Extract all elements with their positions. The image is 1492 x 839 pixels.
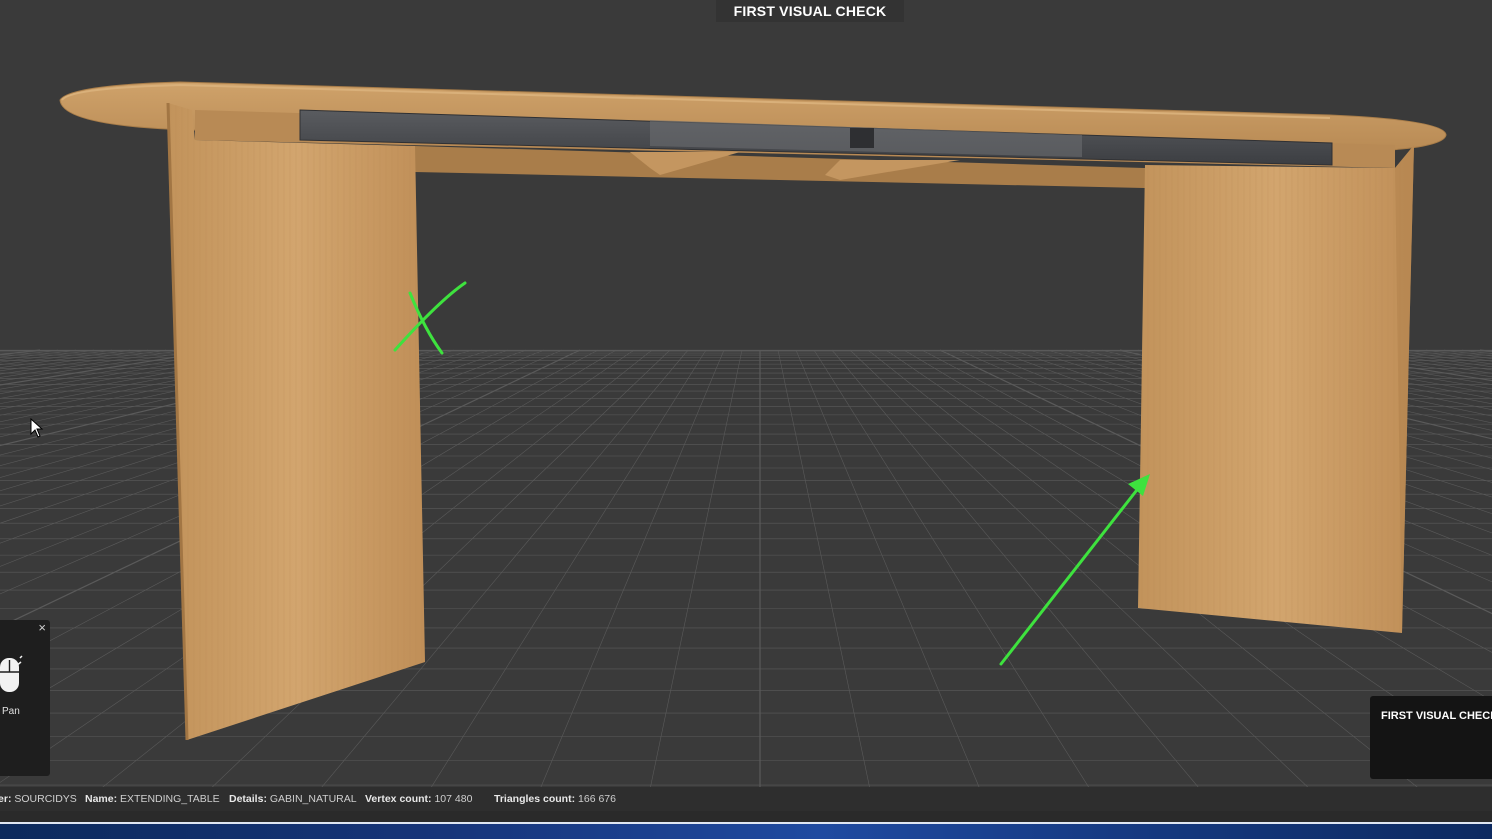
grid-line: [639, 349, 743, 837]
arrow-icon: [999, 474, 1150, 666]
navigation-help-panel: × Pan: [0, 620, 50, 776]
notes-panel[interactable]: FIRST VISUAL CHECK: [1370, 696, 1492, 779]
notes-panel-title: FIRST VISUAL CHECK: [1381, 710, 1492, 722]
info-field-triangles-count: Triangles count: 166 676: [494, 793, 616, 805]
viewer-title: FIRST VISUAL CHECK: [716, 0, 904, 22]
info-field-name: Name: EXTENDING_TABLE: [85, 793, 220, 805]
info-field-vertex-count: Vertex count: 107 480: [365, 793, 473, 805]
info-field-owner: er: SOURCIDYS: [0, 793, 77, 805]
table-model[interactable]: [59, 81, 1447, 741]
grid-line: [399, 349, 707, 837]
grid-line: [777, 349, 881, 837]
3d-viewport[interactable]: [0, 0, 1492, 837]
info-field-details: Details: GABIN_NATURAL: [229, 793, 357, 805]
grid-line: [813, 349, 1121, 837]
close-icon[interactable]: ×: [38, 621, 46, 635]
model-info-bar: er: SOURCIDYS Name: EXTENDING_TABLE Deta…: [0, 787, 1492, 811]
grid-line: [519, 349, 725, 837]
mouse-drag-icon: [0, 655, 23, 692]
window-bottom-edge: [0, 811, 1492, 822]
taskbar: [0, 822, 1492, 839]
mouse-cursor-icon: [30, 418, 44, 438]
grid-line: [795, 349, 1001, 837]
pan-label: Pan: [2, 706, 20, 717]
